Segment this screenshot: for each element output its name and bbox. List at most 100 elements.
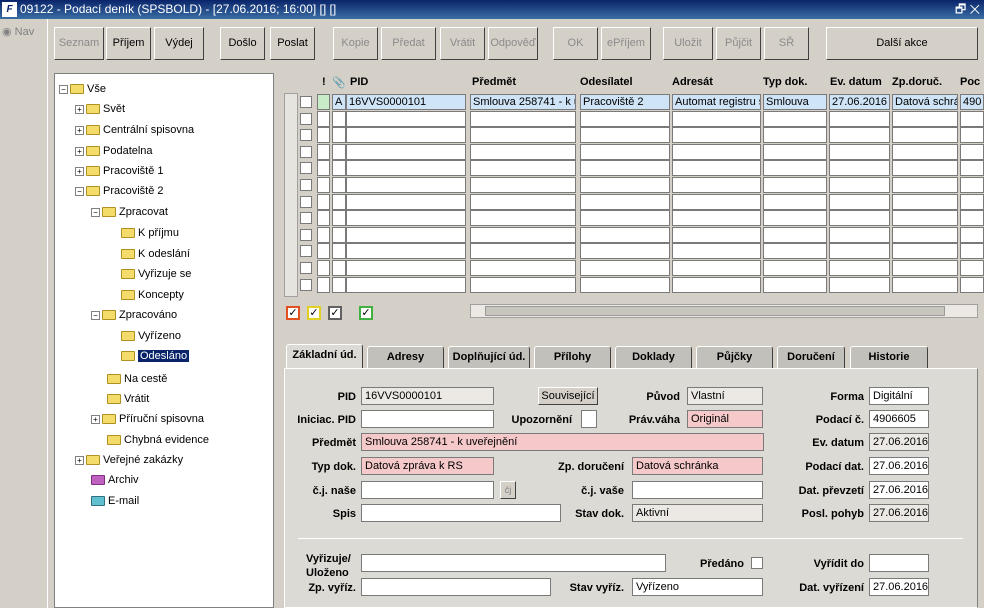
cell-pid[interactable] xyxy=(346,127,466,144)
cell-zpdoruc[interactable]: Datová schrá xyxy=(892,94,958,110)
stavdok-field[interactable]: Aktivní xyxy=(632,504,763,522)
tree-item-archiv[interactable]: Archiv xyxy=(91,471,139,489)
tab-zakladni[interactable]: Základní úd. xyxy=(286,344,363,368)
col-header-odesilatel[interactable]: Odesílatel xyxy=(580,76,633,88)
cell-zpdoruc[interactable] xyxy=(892,226,958,243)
tab-adresy[interactable]: Adresy xyxy=(367,346,444,368)
iniciac-pid-field[interactable] xyxy=(361,410,494,428)
cell-pod[interactable] xyxy=(960,127,984,144)
cell-typ[interactable] xyxy=(763,243,827,260)
col-flag[interactable] xyxy=(332,143,346,160)
row-checkbox[interactable] xyxy=(300,129,312,142)
cell-predmet[interactable] xyxy=(470,260,576,276)
cell-typ[interactable] xyxy=(763,226,827,243)
cell-pid[interactable] xyxy=(346,226,466,243)
tab-doklady[interactable]: Doklady xyxy=(615,346,692,368)
cell-predmet[interactable] xyxy=(470,243,576,260)
tree-item-koncepty[interactable]: Koncepty xyxy=(121,286,184,304)
table-row[interactable] xyxy=(284,243,984,260)
cell-zpdoruc[interactable] xyxy=(892,177,958,193)
cell-evdatum[interactable]: 27.06.2016 xyxy=(829,94,890,110)
cell-adresat[interactable] xyxy=(672,226,761,243)
vyriditdo-field[interactable] xyxy=(869,554,929,572)
cell-zpdoruc[interactable] xyxy=(892,127,958,144)
cell-adresat[interactable] xyxy=(672,127,761,144)
cell-pod[interactable] xyxy=(960,193,984,210)
cell-evdatum[interactable] xyxy=(829,260,890,276)
col-flag[interactable] xyxy=(332,193,346,210)
cell-predmet[interactable] xyxy=(470,276,576,293)
cell-predmet[interactable] xyxy=(470,193,576,210)
cell-pod[interactable] xyxy=(960,226,984,243)
datvyrizeni-field[interactable]: 27.06.2016 xyxy=(869,578,929,596)
tab-historie[interactable]: Historie xyxy=(850,346,928,368)
cell-predmet[interactable] xyxy=(470,143,576,160)
cell-odesilatel[interactable] xyxy=(580,110,670,127)
col-flag[interactable]: A xyxy=(332,94,346,110)
col-header-evdatum[interactable]: Ev. datum xyxy=(830,76,882,88)
tree-item-na-ceste[interactable]: Na cestě xyxy=(107,370,167,388)
tree-item-k-prijmu[interactable]: K příjmu xyxy=(121,224,179,242)
cell-typ[interactable] xyxy=(763,276,827,293)
tree-item-vyrizuje-se[interactable]: Vyřizuje se xyxy=(121,265,191,283)
expand-icon[interactable]: + xyxy=(75,166,84,176)
souvisejici-button[interactable]: Související xyxy=(538,387,598,405)
row-checkbox[interactable] xyxy=(300,262,312,274)
cell-evdatum[interactable] xyxy=(829,276,890,293)
cell-pid[interactable] xyxy=(346,160,466,177)
cell-predmet[interactable] xyxy=(470,226,576,243)
expand-icon[interactable]: + xyxy=(91,414,100,424)
tree-item-centralni[interactable]: + Centrální spisovna xyxy=(75,121,194,139)
col-header-adresat[interactable]: Adresát xyxy=(672,76,713,88)
cell-odesilatel[interactable]: Pracoviště 2 xyxy=(580,94,670,110)
cell-odesilatel[interactable] xyxy=(580,160,670,177)
filter-checkbox-yellow[interactable]: ✓ xyxy=(307,306,321,320)
cell-pid[interactable] xyxy=(346,260,466,276)
expand-icon[interactable]: + xyxy=(75,146,84,156)
cell-evdatum[interactable] xyxy=(829,226,890,243)
cell-adresat[interactable] xyxy=(672,210,761,227)
ok-button[interactable]: OK xyxy=(553,27,598,60)
zpdoruceni-field[interactable]: Datová schránka xyxy=(632,457,763,475)
scrollbar-thumb[interactable] xyxy=(485,306,945,316)
stavvyriz-field[interactable]: Vyřízeno xyxy=(632,578,763,596)
table-row[interactable] xyxy=(284,260,984,276)
collapse-icon[interactable]: − xyxy=(91,207,100,217)
expand-icon[interactable]: + xyxy=(75,125,84,135)
pid-field[interactable]: 16VVS0000101 xyxy=(361,387,494,405)
cell-pid[interactable] xyxy=(346,210,466,227)
tree-item-zpracovano[interactable]: − Zpracováno xyxy=(91,306,177,324)
cell-adresat[interactable] xyxy=(672,260,761,276)
evdatum-field[interactable]: 27.06.2016 xyxy=(869,433,929,451)
tab-prilohy[interactable]: Přílohy xyxy=(534,346,611,368)
cell-typ[interactable] xyxy=(763,193,827,210)
cjvase-field[interactable] xyxy=(632,481,763,499)
cell-zpdoruc[interactable] xyxy=(892,260,958,276)
col-flag[interactable] xyxy=(332,177,346,193)
cell-adresat[interactable] xyxy=(672,243,761,260)
cell-odesilatel[interactable] xyxy=(580,143,670,160)
filter-checkbox-gray[interactable]: ✓ xyxy=(328,306,342,320)
cell-odesilatel[interactable] xyxy=(580,177,670,193)
cell-adresat[interactable] xyxy=(672,276,761,293)
grid-vertical-scrollbar[interactable] xyxy=(284,93,298,297)
cell-pod[interactable] xyxy=(960,260,984,276)
col-flag[interactable] xyxy=(332,160,346,177)
cell-typ[interactable] xyxy=(763,127,827,144)
tree-item-prirucni-spisovna[interactable]: + Příruční spisovna xyxy=(91,410,204,428)
cell-predmet[interactable]: Smlouva 258741 - k uv xyxy=(470,94,576,110)
cell-pid[interactable] xyxy=(346,193,466,210)
attachment-icon[interactable]: 📎 xyxy=(332,76,346,89)
typdok-field[interactable]: Datová zpráva k RS xyxy=(361,457,494,475)
cell-predmet[interactable] xyxy=(470,160,576,177)
cell-zpdoruc[interactable] xyxy=(892,243,958,260)
cell-zpdoruc[interactable] xyxy=(892,193,958,210)
expand-icon[interactable]: + xyxy=(75,455,84,465)
col-flag[interactable] xyxy=(332,210,346,227)
row-checkbox[interactable] xyxy=(300,228,312,241)
cell-zpdoruc[interactable] xyxy=(892,143,958,160)
table-row[interactable] xyxy=(284,143,984,160)
table-row[interactable] xyxy=(284,276,984,293)
upozorneni-checkbox[interactable] xyxy=(581,410,597,428)
tree-item-podatelna[interactable]: + Podatelna xyxy=(75,142,153,160)
